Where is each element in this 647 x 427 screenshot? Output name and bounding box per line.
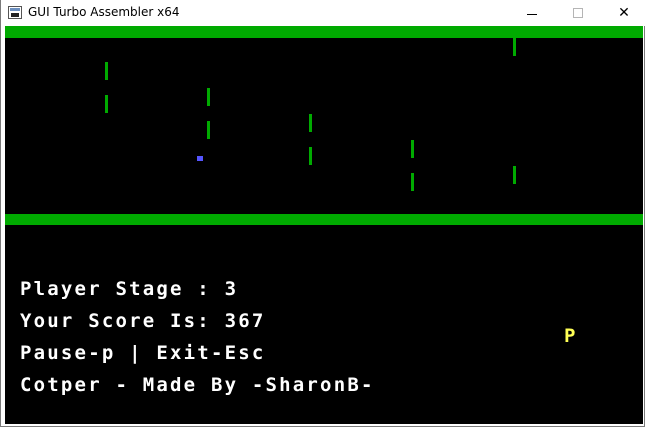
top-ground-bar [5,26,643,38]
pipe-1-top [105,62,108,80]
pipe-2-top [207,88,210,106]
pipe-5-top [513,38,516,56]
pipe-4-bottom [411,173,414,191]
maximize-icon [573,8,583,18]
game-screen[interactable]: Player Stage : 3 Your Score Is: 367 Paus… [5,26,643,424]
minimize-icon [527,13,537,15]
pipe-3-top [309,114,312,132]
window-title: GUI Turbo Assembler x64 [28,5,180,19]
pause-indicator: P [564,325,576,347]
app-window: GUI Turbo Assembler x64 ✕ Player Stage :… [0,0,646,427]
credit-text: Cotper - Made By -SharonB- [20,374,375,396]
player-bird [197,156,203,161]
app-icon [8,6,22,19]
pipe-1-bottom [105,95,108,113]
maximize-button[interactable] [555,0,601,26]
pipe-3-bottom [309,147,312,165]
stage-text: Player Stage : 3 [20,278,239,300]
bottom-ground-bar [5,214,643,225]
pipe-4-top [411,140,414,158]
controls-text: Pause-p | Exit-Esc [20,342,266,364]
close-icon: ✕ [618,5,630,21]
close-button[interactable]: ✕ [601,0,647,26]
pipe-2-bottom [207,121,210,139]
minimize-button[interactable] [509,0,555,26]
score-text: Your Score Is: 367 [20,310,266,332]
title-bar[interactable]: GUI Turbo Assembler x64 ✕ [1,0,646,26]
pipe-5-bottom [513,166,516,184]
